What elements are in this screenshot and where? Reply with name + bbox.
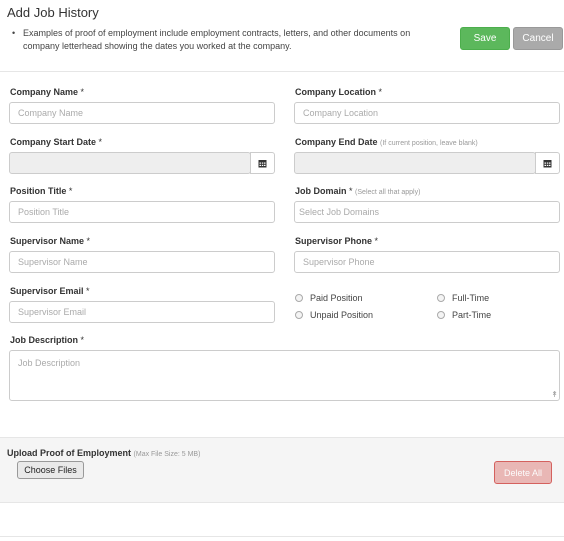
upload-label: Upload Proof of Employment (Max File Siz… (7, 448, 201, 458)
footer-divider (0, 536, 564, 537)
info-note: • Examples of proof of employment includ… (12, 27, 448, 53)
job-domain-select[interactable]: Select Job Domains (294, 201, 560, 223)
job-description-textarea[interactable]: Job Description ↟ (9, 350, 560, 401)
unpaid-position-radio[interactable]: Unpaid Position (295, 310, 373, 320)
end-date-input[interactable] (294, 152, 536, 174)
start-date-calendar-button[interactable] (250, 152, 275, 174)
start-date-input[interactable] (9, 152, 251, 174)
radio-circle[interactable] (437, 294, 445, 302)
save-button[interactable]: Save (460, 27, 510, 50)
cancel-button[interactable]: Cancel (513, 27, 563, 50)
upload-panel (0, 437, 564, 503)
supervisor-phone-input[interactable]: Supervisor Phone (294, 251, 560, 273)
job-description-placeholder: Job Description (18, 358, 81, 368)
position-title-label: Position Title * (10, 186, 73, 196)
supervisor-email-label: Supervisor Email * (10, 286, 90, 296)
choose-files-button[interactable]: Choose Files (17, 461, 84, 479)
job-description-label: Job Description * (10, 335, 85, 345)
supervisor-name-input[interactable]: Supervisor Name (9, 251, 275, 273)
supervisor-phone-label: Supervisor Phone * (295, 236, 379, 246)
delete-all-button[interactable]: Delete All (494, 461, 552, 484)
part-time-radio[interactable]: Part-Time (437, 310, 491, 320)
company-name-input[interactable]: Company Name (9, 102, 275, 124)
supervisor-name-label: Supervisor Name * (10, 236, 91, 246)
bullet-dot: • (12, 28, 16, 38)
paid-position-radio[interactable]: Paid Position (295, 293, 363, 303)
company-location-input[interactable]: Company Location (294, 102, 560, 124)
calendar-icon (258, 159, 267, 167)
page-title: Add Job History (7, 5, 99, 20)
company-location-label: Company Location * (295, 87, 383, 97)
company-name-label: Company Name * (10, 87, 85, 97)
radio-circle[interactable] (437, 311, 445, 319)
calendar-icon (543, 159, 552, 167)
radio-circle[interactable] (295, 294, 303, 302)
position-title-input[interactable]: Position Title (9, 201, 275, 223)
job-domain-label: Job Domain * (Select all that apply) (295, 186, 421, 196)
info-note-text: Examples of proof of employment include … (23, 28, 411, 51)
full-time-radio[interactable]: Full-Time (437, 293, 489, 303)
resize-handle-icon[interactable]: ↟ (551, 390, 558, 399)
supervisor-email-input[interactable]: Supervisor Email (9, 301, 275, 323)
header-divider (0, 71, 564, 72)
radio-circle[interactable] (295, 311, 303, 319)
start-date-label: Company Start Date * (10, 137, 103, 147)
end-date-label: Company End Date (If current position, l… (295, 137, 478, 147)
end-date-calendar-button[interactable] (535, 152, 560, 174)
